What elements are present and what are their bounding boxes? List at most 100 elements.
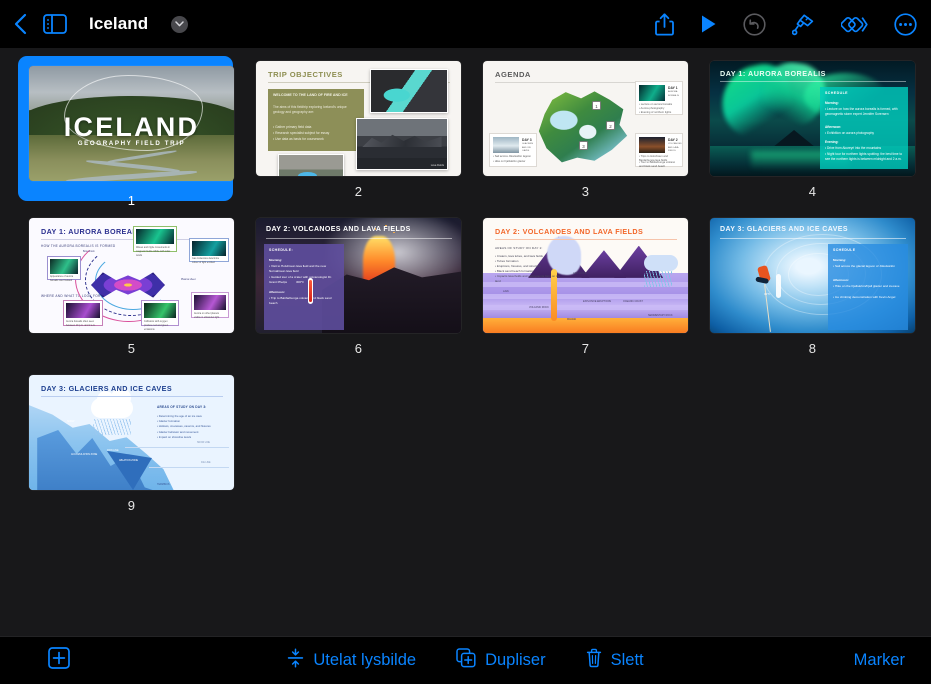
chevron-down-icon[interactable]	[171, 15, 189, 33]
top-toolbar: Iceland	[0, 0, 931, 48]
keynote-app: Iceland ICELAND GEOGRAPHY FIELD TRIP 1 T…	[0, 0, 931, 684]
slide-9-label-ice-line: ICE LINE	[201, 462, 211, 464]
slide-image-7: DAY 2: VOLCANOES AND LAVA FIELDS AREAS O…	[483, 218, 688, 333]
slide-thumbnail-1[interactable]: ICELAND GEOGRAPHY FIELD TRIP 1	[18, 56, 245, 211]
trash-icon	[586, 648, 602, 673]
slide-3-marker-2: 2	[606, 121, 615, 130]
slide-8-afternoon-item-1: • Hike on the Fjallsárlón/Fjall glacier …	[833, 284, 900, 288]
slide-thumbnail-9[interactable]: SNOW LINE ICE LINE SNOW ACCUMULATION ZON…	[18, 370, 245, 525]
skip-slide-icon	[287, 648, 304, 673]
skip-slide-button[interactable]: Utelat lysbilde	[287, 648, 416, 673]
slide-5-label-plasma-sheet: Plasma sheet	[181, 278, 196, 281]
sidebar-toggle-icon[interactable]	[43, 14, 67, 34]
slide-4-afternoon-item: • Exhibition on aurora photography	[825, 131, 874, 135]
slide-7-label-volcanic-rock: VOLCANIC ROCK	[529, 306, 549, 309]
slide-1-title: ICELAND	[63, 112, 200, 142]
animate-icon[interactable]	[841, 13, 868, 36]
undo-icon[interactable]	[743, 12, 766, 36]
slide-number-8: 8	[808, 341, 817, 356]
slide-7-label-oceanic-crust: OCEANIC CRUST	[623, 300, 643, 303]
slide-image-3: AGENDA 1 2 3 DAY 1 AURORA BOREALIS • Lec…	[483, 61, 688, 176]
duplicate-icon	[456, 648, 476, 673]
slide-9-label-snow-line: SNOW LINE	[197, 442, 210, 444]
share-icon[interactable]	[655, 12, 674, 36]
slide-4-morning-head: Morning:	[825, 101, 839, 105]
slide-4-evening-item-2: • Night tour for northern lights spottin…	[825, 152, 903, 161]
slide-5-photo-card-1: Waves and ripple movements in magnetic f…	[133, 226, 177, 257]
slide-thumbnail-4[interactable]: DAY 1: AURORA BOREALIS SCHEDULE Morning:…	[699, 56, 926, 211]
slide-navigator[interactable]: ICELAND GEOGRAPHY FIELD TRIP 1 TRIP OBJE…	[0, 48, 931, 636]
duplicate-label: Dupliser	[485, 651, 546, 669]
slide-6-panel-title: SCHEDULE:	[269, 248, 294, 252]
slide-3-card-day3-label: GLACIERS AND ICE CAVES	[522, 143, 534, 153]
slide-9-label-accumulation: ACCUMULATION ZONE	[71, 453, 98, 456]
slide-9-title: DAY 3: GLACIERS AND ICE CAVES	[41, 384, 173, 393]
slide-2-title: TRIP OBJECTIVES	[268, 70, 343, 79]
slide-7-label-explosive: EXPLOSIVE ERUPTIONS	[583, 300, 612, 303]
slide-thumbnail-5[interactable]: DAY 1: AURORA BOREALIS HOW THE AURORA BO…	[18, 213, 245, 368]
slide-2-bullet-3: • Use data as basis for coursework	[273, 137, 324, 141]
slide-number-3: 3	[581, 184, 590, 199]
bottom-toolbar-actions: Utelat lysbilde Dupliser Slett	[0, 648, 931, 673]
slide-thumbnail-2[interactable]: TRIP OBJECTIVES WELCOME TO THE LAND OF F…	[245, 56, 472, 211]
more-icon[interactable]	[894, 12, 917, 36]
slide-8-morning-item: • Sail across the glacial lagoon of Jöku…	[833, 264, 895, 268]
delete-button[interactable]: Slett	[586, 648, 644, 673]
slide-6-morning-item-2: • Guided tour of a crater with volcanolo…	[269, 275, 332, 284]
slide-2-bullet-1: • Gather primary field data	[273, 125, 312, 129]
slide-image-6: DAY 2: VOLCANOES AND LAVA FIELDS SCHEDUL…	[256, 218, 461, 333]
paintbrush-icon[interactable]	[792, 13, 815, 36]
slide-3-card-day3-line2: • Hike on Fjallsárlón glacier	[493, 160, 526, 163]
slide-thumbnail-8[interactable]: DAY 3: GLACIERS AND ICE CAVES SCHEDULE M…	[699, 213, 926, 368]
slide-8-afternoon-item-2: • Ice climbing demonstration with Kevin …	[833, 295, 896, 299]
slide-thumbnail-6[interactable]: DAY 2: VOLCANOES AND LAVA FIELDS SCHEDUL…	[245, 213, 472, 368]
slide-4-evening-head: Evening:	[825, 140, 839, 144]
slide-9-cloud-icon	[90, 388, 133, 418]
back-icon[interactable]	[14, 13, 27, 35]
slide-thumbnail-3[interactable]: AGENDA 1 2 3 DAY 1 AURORA BOREALIS • Lec…	[472, 56, 699, 211]
slide-8-title: DAY 3: GLACIERS AND ICE CAVES	[720, 226, 848, 233]
slide-3-iceland-map	[538, 91, 628, 163]
slide-grid: ICELAND GEOGRAPHY FIELD TRIP 1 TRIP OBJE…	[0, 56, 931, 525]
play-icon[interactable]	[700, 14, 717, 34]
slide-8-afternoon-head: Afternoon:	[833, 278, 849, 282]
slide-3-title: AGENDA	[495, 70, 531, 79]
slide-6-thermometer-icon	[308, 278, 313, 304]
slide-6-schedule-panel: SCHEDULE: Morning: • Visit to Holuhraun …	[264, 244, 344, 330]
slide-image-5: DAY 1: AURORA BOREALIS HOW THE AURORA BO…	[29, 218, 234, 333]
document-title[interactable]: Iceland	[89, 14, 148, 34]
slide-number-2: 2	[354, 184, 363, 199]
slide-7-label-ash-cloud: ASH CLOUD	[573, 272, 587, 275]
slide-number-7: 7	[581, 341, 590, 356]
slide-3-card-day3: DAY 3 GLACIERS AND ICE CAVES • Sail acro…	[489, 133, 537, 167]
slide-thumbnail-7[interactable]: DAY 2: VOLCANOES AND LAVA FIELDS AREAS O…	[472, 213, 699, 368]
slide-image-2: TRIP OBJECTIVES WELCOME TO THE LAND OF F…	[256, 61, 461, 176]
slide-image-8: DAY 3: GLACIERS AND ICE CAVES SCHEDULE M…	[710, 218, 915, 333]
slide-6-morning-head: Morning:	[269, 258, 283, 262]
slide-3-card-day1: DAY 1 AURORA BOREALIS • Lecture on auror…	[635, 81, 683, 115]
slide-9-caption: AREAS OF STUDY ON DAY 3:	[157, 405, 207, 409]
add-slide-button[interactable]	[48, 647, 70, 674]
slide-3-card-day2-line2: • Tour to Bardarbunga volcano and black …	[639, 161, 676, 169]
slide-8-morning-head: Morning:	[833, 258, 847, 262]
slide-6-afternoon-item: • Trip to Bárðarbunga volcano and black …	[269, 296, 332, 305]
slide-4-evening-item-1: • Drive from Akureyri into the mountains	[825, 146, 882, 150]
slide-3-card-day2-label: VOLCANOES AND LAVA FIELDS	[668, 143, 682, 153]
slide-2-bullet-2: • Research specialist subject for essay	[273, 131, 330, 135]
select-button[interactable]: Marker	[854, 651, 905, 670]
duplicate-button[interactable]: Dupliser	[456, 648, 546, 673]
slide-9-label-firn-line: FIRN LINE	[107, 449, 119, 452]
slide-image-9: SNOW LINE ICE LINE SNOW ACCUMULATION ZON…	[29, 375, 234, 490]
slide-4-afternoon-head: Afternoon:	[825, 125, 842, 129]
slide-3-card-day3-day: DAY 3	[522, 138, 532, 142]
slide-6-morning-item-1: • Visit to Holuhraun lava field and the …	[269, 264, 327, 273]
slide-number-1: 1	[127, 193, 136, 208]
slide-number-4: 4	[808, 184, 817, 199]
slide-2-photo-lava-field: Lava Fields	[356, 118, 448, 170]
slide-3-card-day2: DAY 2 VOLCANOES AND LAVA FIELDS • Trips …	[635, 133, 683, 169]
slide-7-title: DAY 2: VOLCANOES AND LAVA FIELDS	[495, 227, 644, 236]
slide-3-marker-3: 3	[579, 141, 588, 150]
slide-number-9: 9	[127, 498, 136, 513]
slide-5-label-bow-shock: Bow shock	[83, 250, 95, 253]
skip-slide-label: Utelat lysbilde	[313, 651, 417, 669]
